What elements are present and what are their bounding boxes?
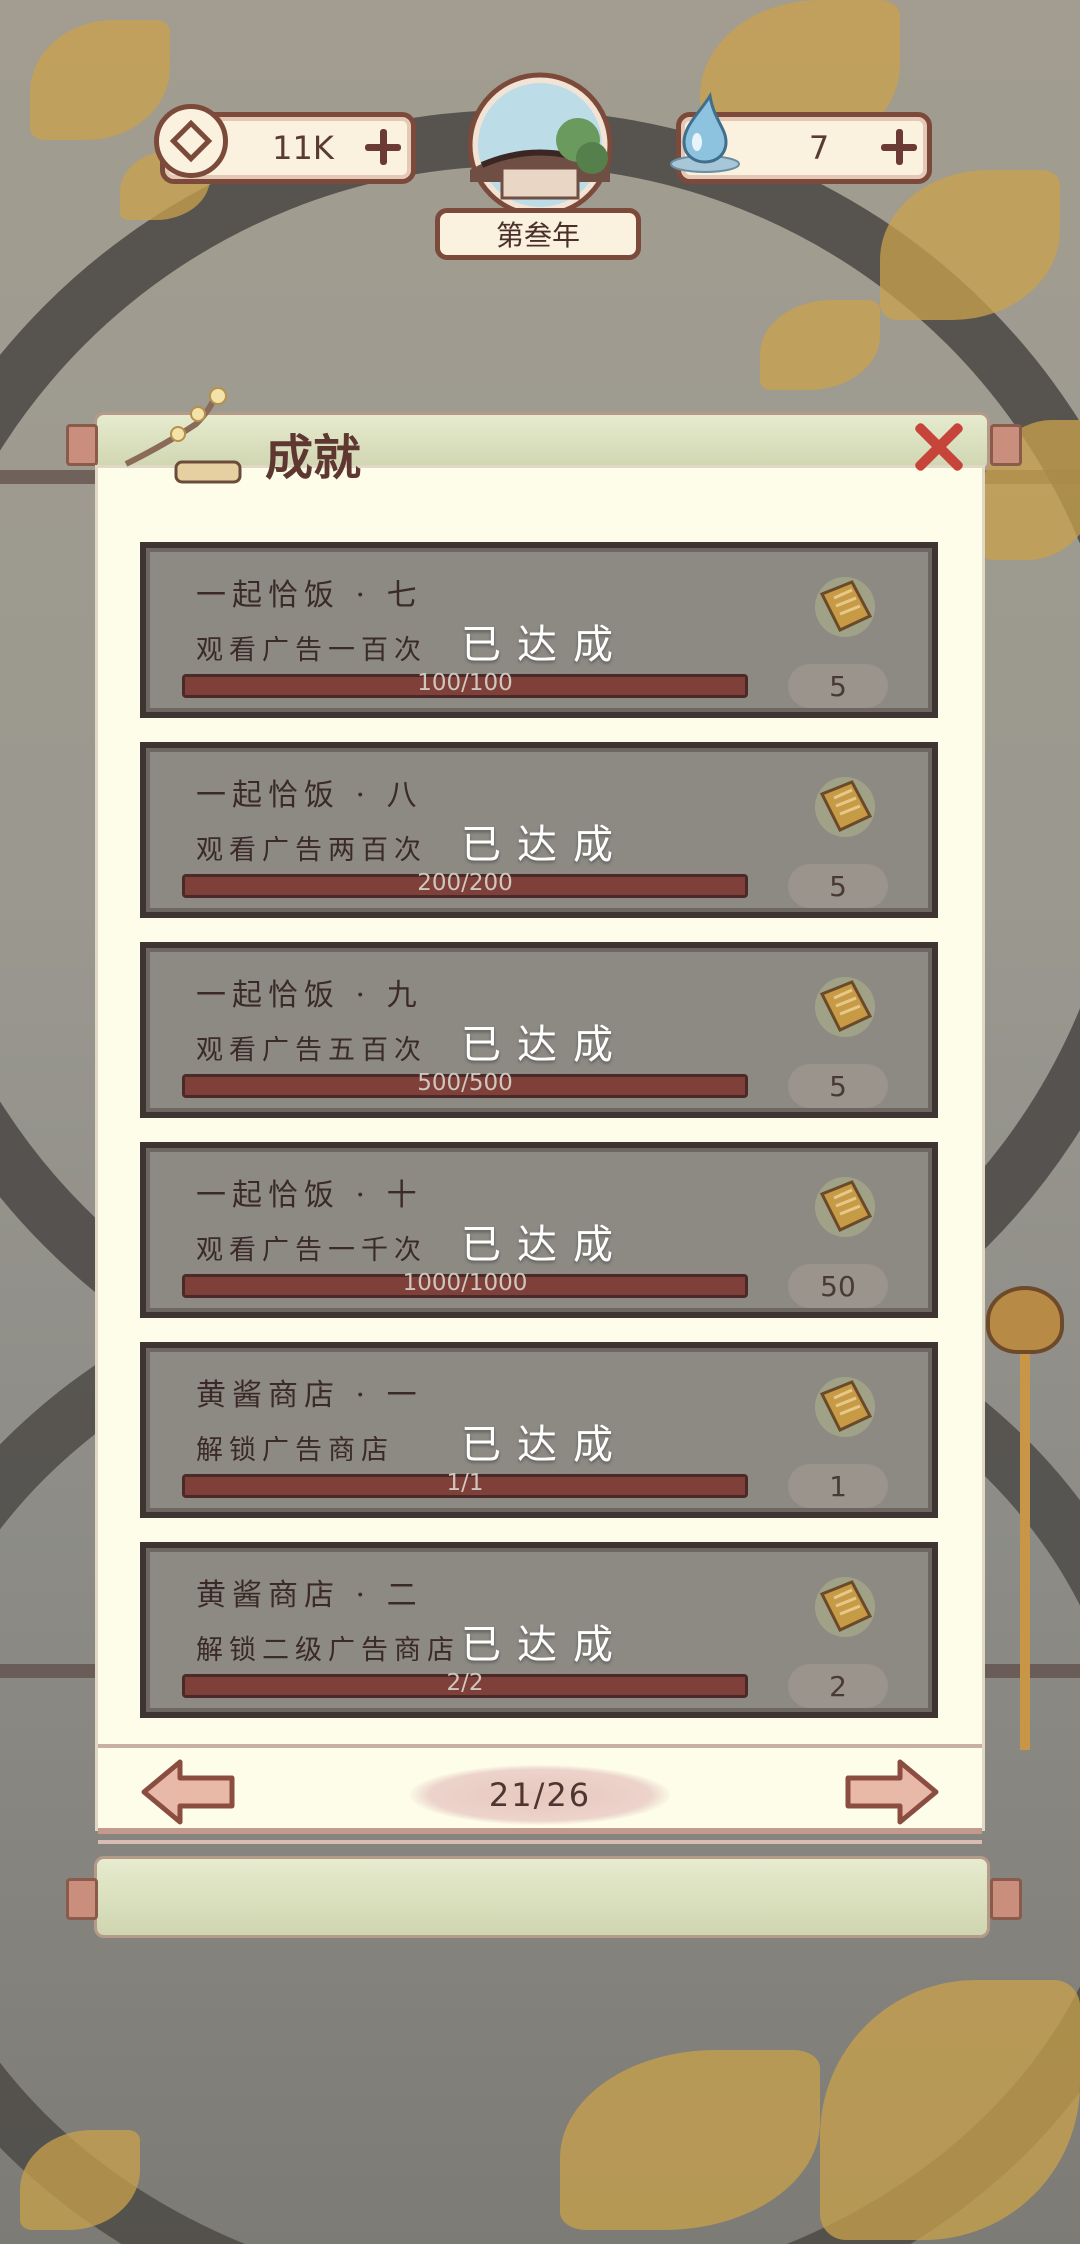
achievement-name: 一起恰饭 · 七 bbox=[196, 578, 423, 613]
achievement-description: 观看广告两百次 bbox=[196, 835, 427, 866]
add-water-button[interactable] bbox=[879, 127, 919, 167]
ticket-icon bbox=[815, 577, 875, 637]
achievement-status: 已达成 bbox=[461, 622, 629, 668]
achievement-status: 已达成 bbox=[461, 1622, 629, 1668]
achievement-card[interactable]: 一起恰饭 · 七观看广告一百次 已达成 100/100 5 bbox=[140, 542, 938, 718]
reward-count: 5 bbox=[788, 664, 888, 708]
ticket-icon bbox=[815, 777, 875, 837]
achievement-status: 已达成 bbox=[461, 822, 629, 868]
close-icon[interactable] bbox=[912, 420, 966, 474]
coin-icon bbox=[154, 104, 228, 178]
achievement-status: 已达成 bbox=[461, 1422, 629, 1468]
panel-title: 成就 bbox=[265, 430, 362, 486]
progress-text: 2/2 bbox=[446, 1670, 484, 1696]
progress-text: 1000/1000 bbox=[402, 1270, 528, 1296]
ticket-icon bbox=[815, 1577, 875, 1637]
achievement-name: 一起恰饭 · 八 bbox=[196, 778, 423, 813]
reward-count: 5 bbox=[788, 864, 888, 908]
arrow-right-icon[interactable] bbox=[842, 1758, 940, 1826]
scroll-bottom-rod bbox=[94, 1856, 990, 1938]
achievement-card[interactable]: 一起恰饭 · 九观看广告五百次 已达成 500/500 5 bbox=[140, 942, 938, 1118]
year-label: 第叁年 bbox=[435, 208, 641, 260]
achievement-card[interactable]: 黄酱商店 · 一解锁广告商店 已达成 1/1 1 bbox=[140, 1342, 938, 1518]
lotus-lamp bbox=[986, 1286, 1064, 1354]
achievement-card[interactable]: 黄酱商店 · 二解锁二级广告商店 已达成 2/2 2 bbox=[140, 1542, 938, 1718]
reward-count: 5 bbox=[788, 1064, 888, 1108]
pavilion-icon[interactable] bbox=[452, 70, 628, 220]
achievement-description: 解锁二级广告商店 bbox=[196, 1635, 460, 1666]
water-drop-icon bbox=[670, 92, 740, 173]
arrow-left-icon[interactable] bbox=[140, 1758, 238, 1826]
achievement-description: 观看广告一千次 bbox=[196, 1235, 427, 1266]
progress-text: 200/200 bbox=[417, 870, 513, 896]
reward-count: 50 bbox=[788, 1264, 888, 1308]
ticket-icon bbox=[815, 1377, 875, 1437]
progress-text: 1/1 bbox=[446, 1470, 484, 1496]
achievement-description: 观看广告一百次 bbox=[196, 635, 427, 666]
achievement-name: 黄酱商店 · 二 bbox=[196, 1578, 423, 1613]
achievement-status: 已达成 bbox=[461, 1022, 629, 1068]
bonsai-icon bbox=[124, 387, 242, 484]
ticket-icon bbox=[815, 977, 875, 1037]
achievement-description: 观看广告五百次 bbox=[196, 1035, 427, 1066]
water-value: 7 bbox=[808, 129, 830, 167]
page-indicator: 21/26 bbox=[410, 1765, 670, 1825]
achievement-status: 已达成 bbox=[461, 1222, 629, 1268]
achievement-card[interactable]: 一起恰饭 · 八观看广告两百次 已达成 200/200 5 bbox=[140, 742, 938, 918]
achievement-description: 解锁广告商店 bbox=[196, 1435, 394, 1466]
achievement-card[interactable]: 一起恰饭 · 十观看广告一千次 已达成 1000/1000 50 bbox=[140, 1142, 938, 1318]
achievement-name: 一起恰饭 · 十 bbox=[196, 1178, 423, 1213]
progress-text: 500/500 bbox=[417, 1070, 513, 1096]
achievement-name: 一起恰饭 · 九 bbox=[196, 978, 423, 1013]
add-coins-button[interactable] bbox=[363, 127, 403, 167]
coin-value: 11K bbox=[272, 129, 334, 167]
progress-text: 100/100 bbox=[417, 670, 513, 696]
reward-count: 2 bbox=[788, 1664, 888, 1708]
reward-count: 1 bbox=[788, 1464, 888, 1508]
ticket-icon bbox=[815, 1177, 875, 1237]
achievement-name: 黄酱商店 · 一 bbox=[196, 1378, 423, 1413]
